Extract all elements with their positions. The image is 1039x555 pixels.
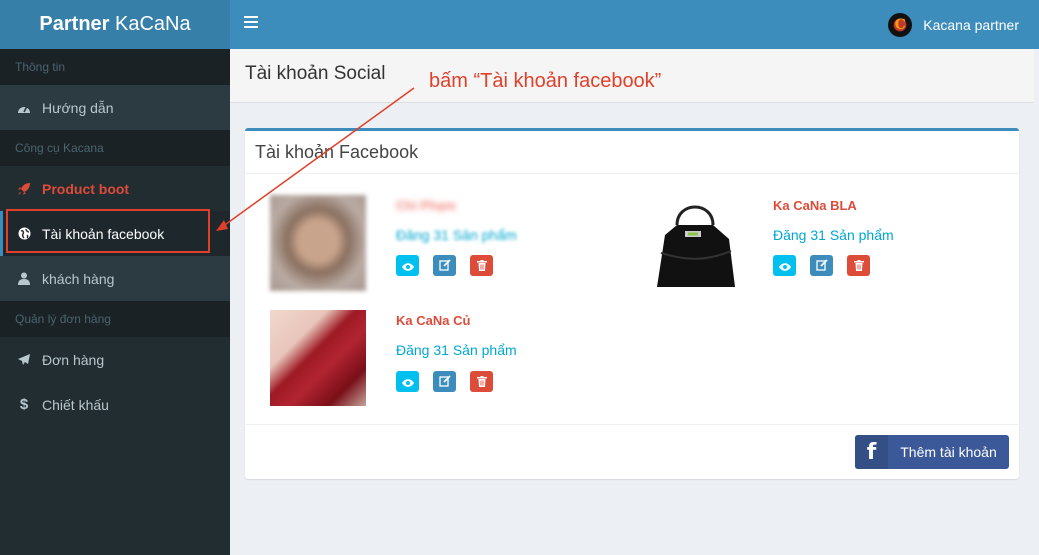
sidebar-item-orders[interactable]: Đơn hàng <box>0 337 230 382</box>
avatar: C <box>888 13 913 37</box>
annotation-text: bấm “Tài khoản facebook” <box>429 70 662 92</box>
account-post-count: Đăng 31 Sản phẩm <box>773 227 894 243</box>
trash-icon <box>476 258 487 274</box>
view-button[interactable] <box>396 371 419 392</box>
rocket-icon <box>17 182 31 196</box>
brand-rest: KaCaNa <box>109 13 191 35</box>
add-account-button[interactable]: f Thêm tài khoản <box>855 435 1009 469</box>
sidebar-header-orders: Quản lý đơn hàng <box>0 301 230 337</box>
sidebar-item-label: Chiết khấu <box>42 396 109 413</box>
sidebar-item-discount[interactable]: $ Chiết khấu <box>0 382 230 427</box>
sidebar: Thông tin Hướng dẫn Công cụ Kacana Produ… <box>0 49 230 555</box>
edit-icon <box>438 258 451 274</box>
edit-icon <box>438 374 451 390</box>
eye-icon <box>401 374 414 390</box>
edit-button[interactable] <box>810 255 833 276</box>
delete-button[interactable] <box>470 255 493 276</box>
sidebar-item-label: Hướng dẫn <box>42 99 114 116</box>
account-avatar-image <box>647 195 743 291</box>
view-button[interactable] <box>773 255 796 276</box>
facebook-accounts-box: Tài khoản Facebook Chi Phạm Đăng 31 Sản … <box>245 128 1019 479</box>
user-icon <box>17 272 31 285</box>
account-avatar-image <box>270 310 366 406</box>
account-name[interactable]: Chi Phạm <box>396 198 456 213</box>
user-menu[interactable]: C Kacana partner <box>888 12 1019 38</box>
account-name[interactable]: Ka CaNa Củ <box>396 313 470 328</box>
brand-bold: Partner <box>39 13 110 35</box>
edit-button[interactable] <box>433 371 456 392</box>
sidebar-header-tools: Công cụ Kacana <box>0 130 230 166</box>
eye-icon <box>401 258 414 274</box>
account-post-count: Đăng 31 Sản phẩm <box>396 227 517 243</box>
sidebar-item-product-boot[interactable]: Product boot <box>0 166 230 211</box>
sidebar-item-label: khách hàng <box>42 270 115 287</box>
dollar-icon: $ <box>19 396 29 413</box>
eye-icon <box>778 258 791 274</box>
sidebar-item-label: Product boot <box>42 180 130 197</box>
add-account-label: Thêm tài khoản <box>900 444 997 460</box>
page-title: Tài khoản Social <box>245 63 386 84</box>
delete-button[interactable] <box>470 371 493 392</box>
user-name: Kacana partner <box>923 17 1019 33</box>
trash-icon <box>853 258 864 274</box>
tachometer-icon <box>17 102 31 114</box>
brand-logo[interactable]: Partner KaCaNa <box>0 0 230 49</box>
trash-icon <box>476 374 487 390</box>
box-footer: f Thêm tài khoản <box>245 424 1019 479</box>
annotation-highlight-box <box>6 209 210 253</box>
sidebar-item-customers[interactable]: khách hàng <box>0 256 230 301</box>
sidebar-item-label: Đơn hàng <box>42 351 105 368</box>
sidebar-header-info: Thông tin <box>0 49 230 85</box>
account-name[interactable]: Ka CaNa BLA <box>773 198 857 213</box>
sidebar-item-guide[interactable]: Hướng dẫn <box>0 85 230 130</box>
facebook-icon: f <box>855 435 888 469</box>
view-button[interactable] <box>396 255 419 276</box>
edit-button[interactable] <box>433 255 456 276</box>
top-navbar: C Kacana partner <box>230 0 1039 49</box>
delete-button[interactable] <box>847 255 870 276</box>
sidebar-toggle-icon[interactable] <box>244 16 258 30</box>
account-post-count: Đăng 31 Sản phẩm <box>396 342 517 358</box>
box-title: Tài khoản Facebook <box>245 131 1019 174</box>
account-avatar-image <box>270 195 366 291</box>
edit-icon <box>815 258 828 274</box>
plane-icon <box>17 353 31 367</box>
